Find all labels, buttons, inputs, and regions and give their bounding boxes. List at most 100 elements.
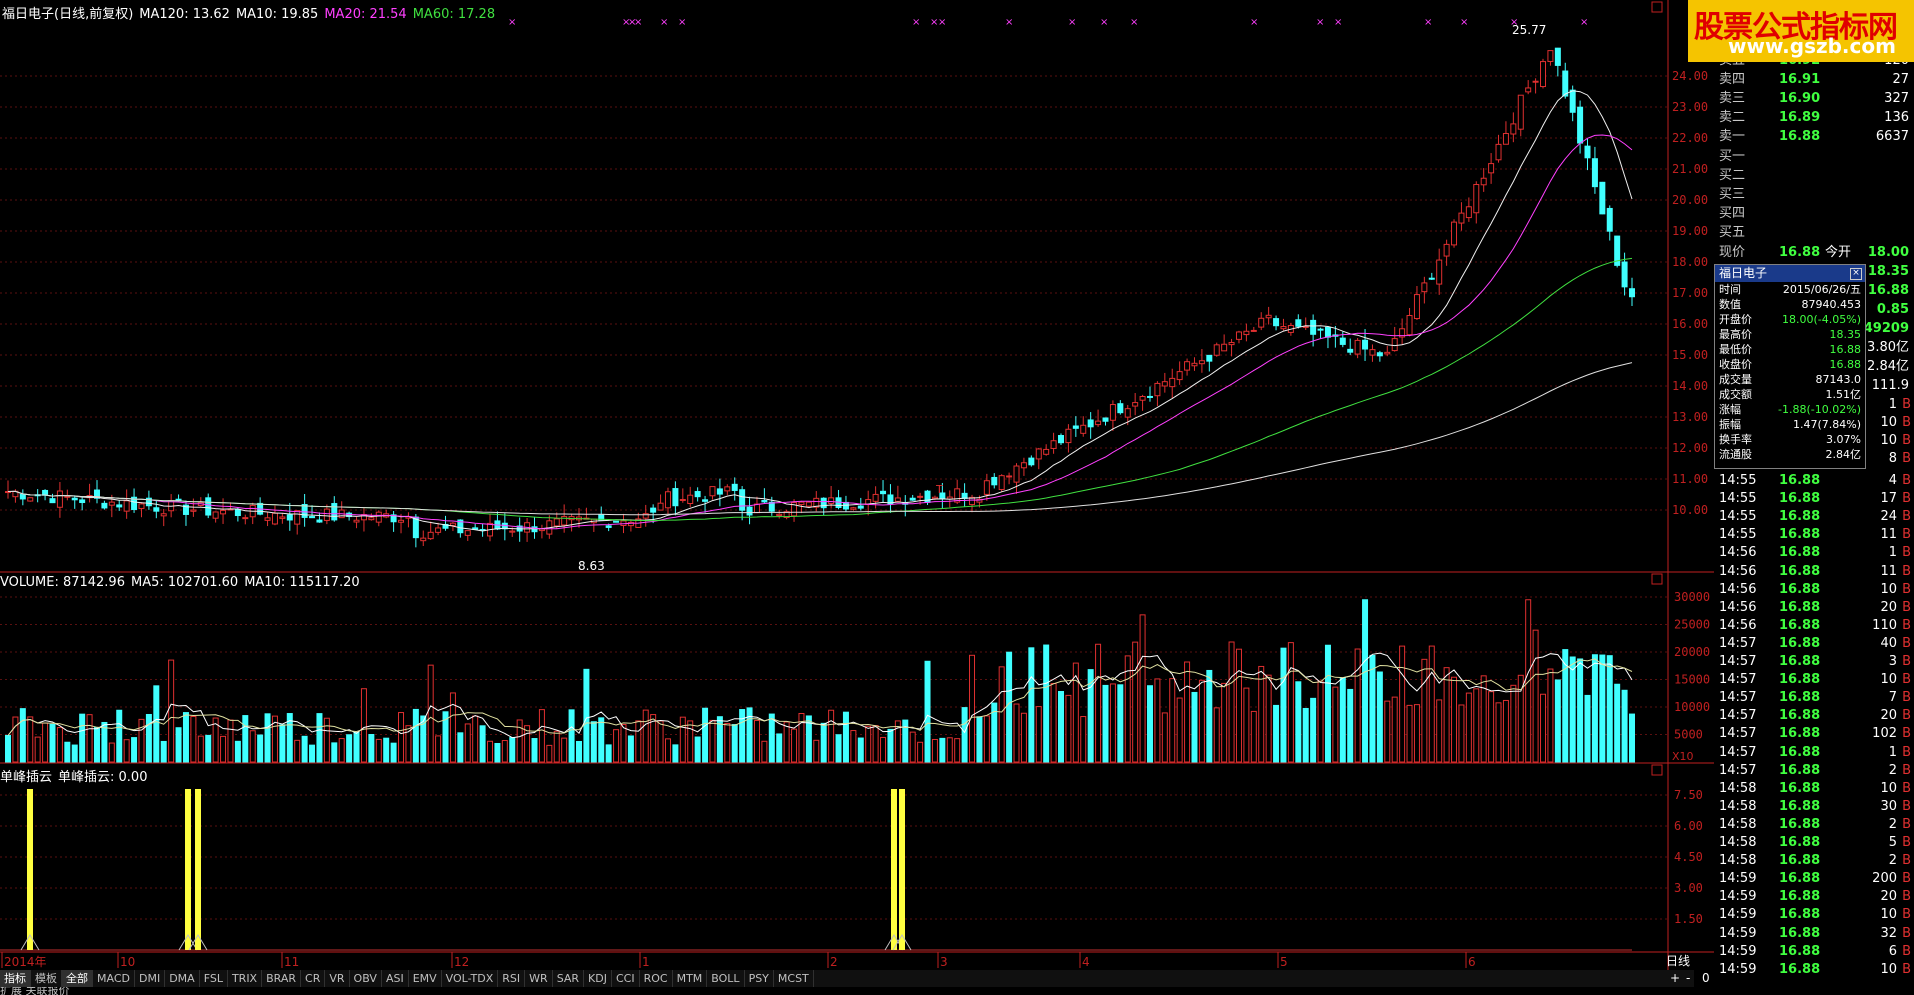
tab-brar[interactable]: BRAR — [262, 970, 301, 987]
volume-bar — [391, 743, 396, 762]
candle-body — [1177, 372, 1182, 380]
tick-row: 14:59 16.88 20 B — [1719, 888, 1911, 906]
tick-row-c3: 32 — [1880, 925, 1897, 943]
price-tick-label: 12.00 — [1672, 441, 1708, 455]
popup-key: 换手率 — [1719, 432, 1752, 447]
tab-wr[interactable]: WR — [525, 970, 553, 987]
tab-obv[interactable]: OBV — [350, 970, 382, 987]
volume-bar — [562, 738, 567, 762]
volume-bar — [517, 720, 522, 762]
candle-body — [932, 497, 937, 498]
candle-body — [1585, 146, 1590, 158]
volume-bar — [814, 740, 819, 762]
volume-bar — [94, 728, 99, 762]
indicator-tick-label: 6.00 — [1674, 819, 1703, 833]
candle-body — [139, 504, 144, 509]
popup-value: 87940.453 — [1802, 297, 1862, 312]
candle-body — [1051, 441, 1056, 449]
tab-全部[interactable]: 全部 — [62, 970, 93, 987]
price-tick-label: 10.00 — [1672, 503, 1708, 517]
kline-chart[interactable]: 24.0023.0022.0021.0020.0019.0018.0017.00… — [0, 0, 1914, 995]
volume-bar — [473, 716, 478, 762]
volume-bar — [221, 736, 226, 762]
candle-body — [191, 510, 196, 511]
time-tick-label: 2014年 — [4, 955, 47, 969]
tab-sar[interactable]: SAR — [553, 970, 584, 987]
candle-body — [1466, 207, 1471, 218]
close-icon[interactable]: × — [1850, 268, 1862, 280]
tab-mcst[interactable]: MCST — [774, 970, 814, 987]
tab-vr[interactable]: VR — [325, 970, 349, 987]
candle-body — [1548, 51, 1553, 62]
tick-row-c1: 14:57 — [1719, 744, 1779, 762]
tab-asi[interactable]: ASI — [382, 970, 409, 987]
tab-macd[interactable]: MACD — [93, 970, 135, 987]
tab-fsl[interactable]: FSL — [200, 970, 228, 987]
tab-dmi[interactable]: DMI — [135, 970, 165, 987]
ma10-line — [8, 91, 1632, 531]
tab-roc[interactable]: ROC — [640, 970, 673, 987]
volume-bar — [369, 735, 374, 762]
tab-模板[interactable]: 模板 — [31, 970, 62, 987]
tab-vol-tdx[interactable]: VOL-TDX — [442, 970, 499, 987]
volume-bar — [35, 737, 40, 762]
tick-side-flag: B — [1902, 816, 1911, 834]
tab-cr[interactable]: CR — [301, 970, 325, 987]
tab-dma[interactable]: DMA — [165, 970, 200, 987]
volume-bar — [569, 710, 574, 762]
candle-body — [1155, 383, 1160, 395]
volume-bar — [413, 709, 418, 762]
volume-bar — [428, 665, 433, 762]
tab-指标[interactable]: 指标 — [0, 970, 31, 987]
volume-bar — [1251, 711, 1256, 762]
zoom-in-button[interactable]: + — [1670, 970, 1680, 987]
signal-marker: × — [1250, 17, 1258, 28]
candle-body — [1147, 396, 1152, 397]
tab-trix[interactable]: TRIX — [228, 970, 262, 987]
tab-cci[interactable]: CCI — [612, 970, 640, 987]
tick-row-c1: 14:55 — [1719, 472, 1779, 490]
volume-bar — [302, 736, 307, 762]
buy-row-c1: 买一 — [1719, 148, 1779, 166]
tick-row-c1: 14:59 — [1719, 943, 1779, 961]
tick-row-c1: 14:57 — [1719, 725, 1779, 743]
tab-kdj[interactable]: KDJ — [584, 970, 612, 987]
popup-row: 成交量 87143.0 — [1715, 372, 1865, 387]
tab-mtm[interactable]: MTM — [673, 970, 708, 987]
candle-body — [1503, 134, 1508, 145]
tab-boll[interactable]: BOLL — [707, 970, 744, 987]
tick-row: 14:57 16.88 2 B — [1719, 762, 1911, 780]
tick-row-c2: 16.88 — [1779, 671, 1849, 689]
volume-bar — [87, 715, 92, 762]
volume-bar — [1333, 687, 1338, 762]
volume-bar — [584, 669, 589, 762]
time-tick-label: 2 — [830, 955, 838, 969]
panel-toggle-icon — [1652, 574, 1662, 584]
candle-body — [235, 509, 240, 515]
tab-rsi[interactable]: RSI — [498, 970, 525, 987]
tick-row-c3: 200 — [1872, 870, 1897, 888]
indicator-tick-label: 4.50 — [1674, 850, 1703, 864]
zoom-out-button[interactable]: - — [1686, 970, 1690, 987]
period-label[interactable]: 日线 — [1666, 952, 1690, 969]
popup-value: 16.88 — [1830, 342, 1862, 357]
volume-bar — [754, 721, 759, 762]
volume-header: VOLUME: 87142.96 MA5: 102701.60 MA10: 1151… — [0, 575, 366, 590]
time-tick-label: 1 — [642, 955, 650, 969]
volume-bar — [970, 655, 975, 762]
candle-body — [1266, 315, 1271, 317]
tab-psy[interactable]: PSY — [745, 970, 774, 987]
candle-body — [102, 503, 107, 508]
volume-bar — [250, 731, 255, 762]
candle-body — [1236, 332, 1241, 339]
sell-row-c1: 卖三 — [1719, 90, 1779, 108]
reset-button[interactable]: 0 — [1702, 970, 1710, 987]
tab-emv[interactable]: EMV — [409, 970, 442, 987]
signal-marker: × — [1316, 17, 1324, 28]
candle-body — [510, 531, 515, 532]
sell-row-c2: 16.88 — [1779, 128, 1849, 146]
popup-row: 换手率 3.07% — [1715, 432, 1865, 447]
volume-bar — [480, 726, 485, 762]
volume-bar — [799, 713, 804, 762]
volume-bar — [183, 713, 188, 762]
